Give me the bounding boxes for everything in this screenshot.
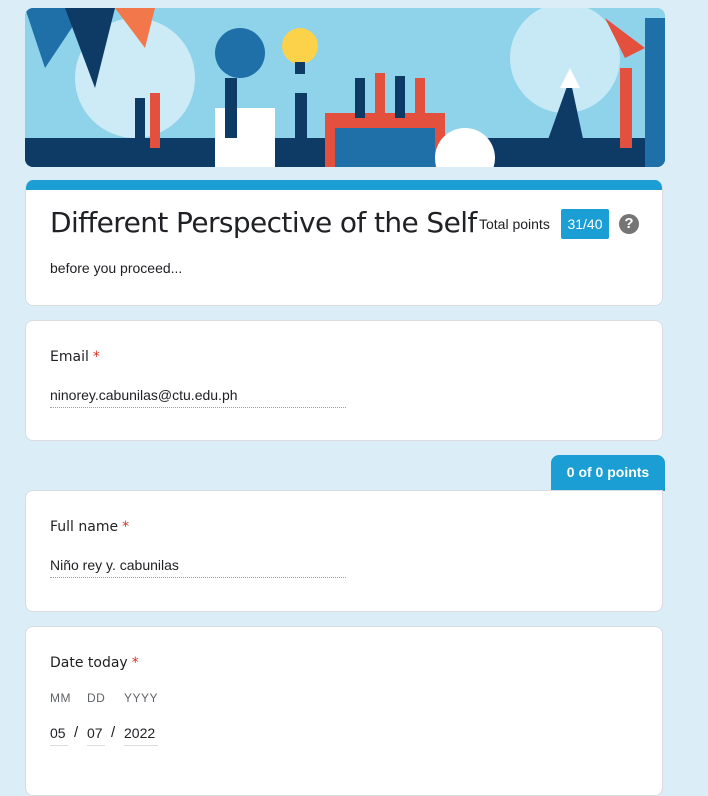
section-points-tab: 0 of 0 points <box>551 455 665 491</box>
header-banner-image <box>25 8 665 167</box>
month-value: 05 <box>50 725 68 746</box>
month-sublabel: MM <box>50 691 71 705</box>
email-answer: ninorey.cabunilas@ctu.edu.ph <box>50 387 346 408</box>
email-label-text: Email <box>50 349 89 365</box>
date-question-card: Date today * MM DD YYYY 05 / 07 / 2022 <box>25 626 663 796</box>
required-asterisk: * <box>122 519 130 535</box>
date-label-text: Date today <box>50 655 128 671</box>
form-description: before you proceed... <box>50 260 183 276</box>
date-separator: / <box>74 724 79 741</box>
date-separator: / <box>111 724 116 741</box>
form-title: Different Perspective of the Self <box>50 206 477 239</box>
year-sublabel: YYYY <box>124 691 159 705</box>
full-name-label-text: Full name <box>50 519 119 535</box>
full-name-question-card: Full name * Niño rey y. cabunilas <box>25 490 663 612</box>
score-badge: 31/40 <box>561 209 609 239</box>
total-points-label: Total points <box>479 216 550 232</box>
date-label: Date today * <box>50 655 139 671</box>
help-icon[interactable]: ? <box>619 214 639 234</box>
year-value: 2022 <box>124 725 158 746</box>
required-asterisk: * <box>131 655 139 671</box>
form-header-card: Different Perspective of the Self Total … <box>25 180 663 306</box>
email-label: Email * <box>50 349 100 365</box>
full-name-label: Full name * <box>50 519 129 535</box>
required-asterisk: * <box>92 349 100 365</box>
email-question-card: Email * ninorey.cabunilas@ctu.edu.ph <box>25 320 663 441</box>
header-accent-bar <box>26 180 662 190</box>
day-value: 07 <box>87 725 105 746</box>
full-name-answer: Niño rey y. cabunilas <box>50 557 346 578</box>
day-sublabel: DD <box>87 691 106 705</box>
